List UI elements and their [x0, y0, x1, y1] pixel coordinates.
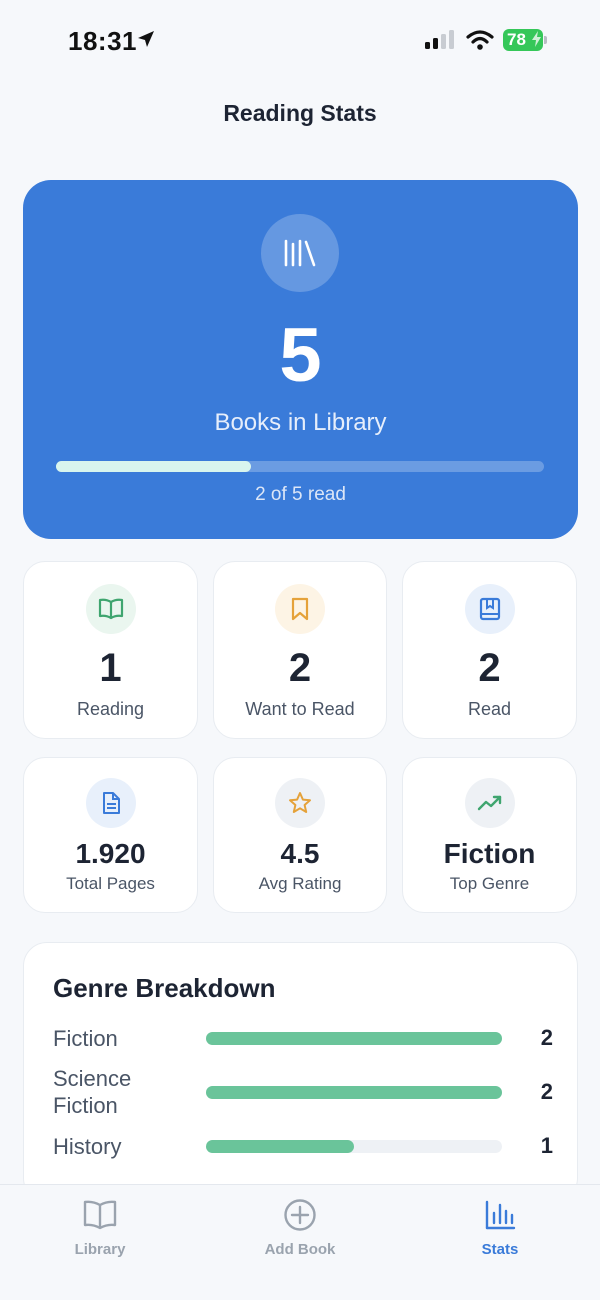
genre-name: History [53, 1134, 122, 1159]
tab-add-book-label: Add Book [264, 1241, 336, 1258]
status-time: 18:31 [68, 26, 137, 56]
tab-stats[interactable]: Stats [430, 1197, 570, 1258]
top-genre-label: Top Genre [449, 874, 530, 893]
reading-label: Reading [76, 699, 145, 719]
page-title: Reading Stats [223, 100, 377, 126]
genre-name: Fiction [53, 1026, 118, 1051]
books-count: 5 [279, 313, 322, 398]
charging-bolt-icon [532, 31, 541, 47]
total-pages-label: Total Pages [66, 874, 155, 893]
want-to-read-count: 2 [288, 646, 312, 690]
read-progress-fill [56, 461, 252, 472]
status-bar: 18:31 78 [0, 0, 600, 80]
genre-bar-track [206, 1032, 502, 1045]
genre-count: 2 [540, 1079, 553, 1104]
genre-bar-fill [206, 1032, 502, 1045]
tab-stats-label: Stats [481, 1241, 519, 1258]
location-arrow-icon [138, 31, 154, 47]
reading-count: 1 [99, 646, 122, 690]
total-pages-value: 1.920 [75, 838, 146, 869]
want-to-read-stat-card[interactable]: 2 Want to Read [213, 561, 387, 739]
read-progress-bar [56, 461, 544, 472]
battery-tip [544, 36, 547, 44]
read-count: 2 [478, 646, 501, 690]
trending-up-icon [464, 778, 515, 828]
wifi-icon [466, 30, 494, 50]
avg-rating-label: Avg Rating [258, 874, 342, 893]
genre-count: 1 [540, 1133, 553, 1158]
library-summary-card: 5 Books in Library 2 of 5 read [23, 180, 578, 539]
book-icon [30, 1197, 170, 1233]
want-to-read-label: Want to Read [245, 699, 355, 719]
reading-stat-card[interactable]: 1 Reading [23, 561, 198, 739]
tab-add-book[interactable]: Add Book [230, 1197, 370, 1258]
books-count-label: Books in Library [214, 409, 387, 436]
top-genre-value: Fiction [443, 838, 536, 869]
bookmark-icon [275, 584, 325, 634]
plus-circle-icon [230, 1197, 370, 1233]
library-icon [261, 214, 339, 292]
star-icon [275, 778, 325, 828]
battery-indicator: 78 [503, 29, 543, 51]
total-pages-card: 1.920 Total Pages [23, 757, 198, 913]
genre-bar-track [206, 1086, 502, 1099]
book-check-icon [464, 584, 515, 634]
genre-bar-fill [206, 1086, 502, 1099]
genre-breakdown-card: Genre Breakdown Fiction 2 Science Fictio… [23, 942, 578, 1202]
genre-count: 2 [540, 1025, 553, 1050]
tab-library[interactable]: Library [30, 1197, 170, 1258]
read-stat-card[interactable]: 2 Read [402, 561, 577, 739]
genre-bar-fill [206, 1140, 354, 1153]
cellular-signal-icon [425, 30, 454, 49]
document-icon [85, 778, 136, 828]
bar-chart-icon [430, 1197, 570, 1233]
book-open-icon [85, 584, 136, 634]
genre-breakdown-title: Genre Breakdown [53, 973, 276, 1003]
top-genre-card: Fiction Top Genre [402, 757, 577, 913]
genre-name: Science Fiction [53, 1066, 132, 1118]
genre-bar-track [206, 1140, 502, 1153]
read-progress-text: 2 of 5 read [255, 484, 346, 505]
tab-library-label: Library [74, 1241, 126, 1258]
avg-rating-value: 4.5 [280, 838, 320, 869]
tab-bar: Library Add Book Stats [0, 1184, 600, 1300]
read-label: Read [467, 699, 512, 719]
avg-rating-card: 4.5 Avg Rating [213, 757, 387, 913]
battery-level: 78 [507, 30, 526, 49]
